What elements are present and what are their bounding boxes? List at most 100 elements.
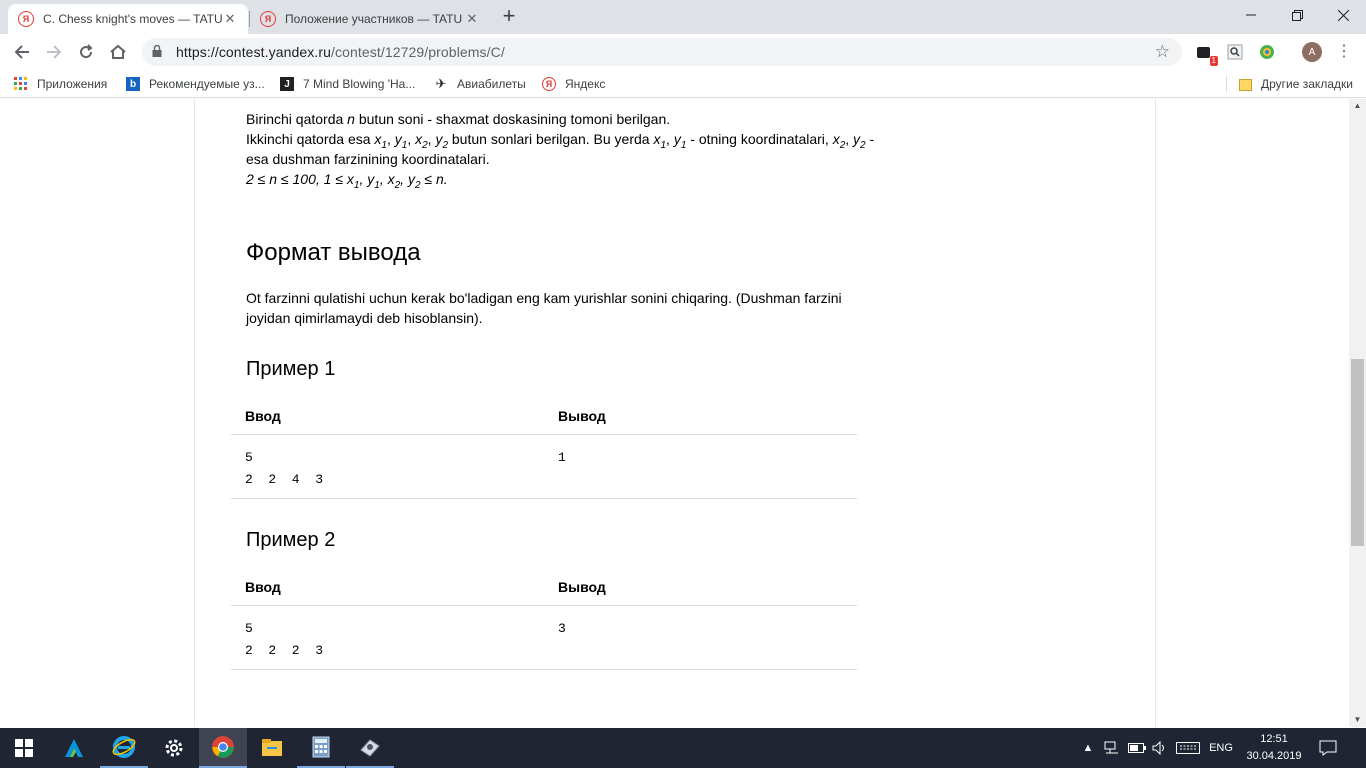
bookmark-label: 7 Mind Blowing 'Ha... [303,77,416,91]
bing-icon: b [126,77,140,91]
taskbar-autodesk[interactable] [50,728,98,768]
taskbar-settings[interactable] [150,728,198,768]
taskbar-calculator[interactable] [297,728,345,768]
var-x1: x1 [653,131,667,151]
taskbar-file-explorer[interactable] [248,728,296,768]
example-input[interactable]: 5 2 2 4 3 [245,447,323,491]
example-output[interactable]: 1 [558,447,566,469]
network-icon[interactable] [1102,728,1122,768]
example-table-row: 5 2 2 4 3 1 [231,435,857,499]
internet-explorer-icon [112,736,136,758]
language-indicator[interactable]: ENG [1204,728,1238,768]
bookmarks-bar: Приложения b Рекомендуемые уз... J 7 Min… [0,70,1366,98]
bookmark-recommended[interactable]: b Рекомендуемые уз... [126,75,265,93]
restore-icon [1291,9,1303,21]
forward-arrow-icon [47,45,62,59]
app-icon [360,739,380,757]
autodesk-icon [65,739,83,757]
globe-icon [1260,45,1274,59]
forward-button[interactable] [40,38,68,66]
text-segment: Ikkinchi qatorda esa [246,131,375,147]
home-button[interactable] [104,38,132,66]
var-x2: x2 [832,131,846,151]
bookmark-star-icon[interactable]: ☆ [1155,42,1170,62]
page-viewport: Birinchi qatorda n butun soni - shaxmat … [0,99,1366,727]
action-center-icon[interactable] [1316,728,1340,768]
bookmark-label: Другие закладки [1261,77,1353,91]
var-x2: x2 [415,131,428,151]
bookmark-apps[interactable]: Приложения [14,75,107,93]
tray-overflow-icon[interactable]: ▲ [1080,728,1096,768]
var-y2: y2 [853,131,866,151]
tab-chess-knight[interactable]: Я C. Chess knight's moves — TATU ✕ [8,4,248,34]
tab-strip: Я C. Chess knight's moves — TATU ✕ Я Пол… [0,0,1366,34]
output-format-text: Ot farzinni qulatishi uchun kerak bo'lad… [246,290,842,326]
scroll-down-arrow-icon[interactable]: ▼ [1349,713,1366,727]
tab-title: C. Chess knight's moves — TATU [43,12,222,26]
volume-icon[interactable] [1150,728,1170,768]
start-icon [15,739,33,757]
tab-standings[interactable]: Я Положение участников — TATU ✕ [250,4,490,34]
bookmark-other[interactable]: Другие закладки [1238,75,1353,93]
new-tab-button[interactable]: + [498,5,520,28]
input-column-header: Ввод [245,408,281,424]
back-button[interactable] [8,38,36,66]
taskbar-app[interactable] [346,728,394,768]
tab-title: Положение участников — TATU [285,12,463,26]
close-window-button[interactable] [1320,0,1366,30]
var-y2: y2 [435,131,448,151]
example-input[interactable]: 5 2 2 2 3 [245,618,323,662]
bookmark-label: Яндекс [565,77,606,91]
bookmark-mind-blowing[interactable]: J 7 Mind Blowing 'Ha... [280,75,415,93]
var-n: n [347,111,355,127]
url-text: https://contest.yandex.ru/contest/12729/… [176,44,505,60]
battery-icon[interactable] [1126,728,1148,768]
globe-extension-button[interactable] [1257,42,1277,62]
taskbar-clock[interactable]: 12:51 30.04.2019 [1236,731,1312,765]
apps-grid-icon [14,77,28,91]
lock-icon [152,44,166,60]
yandex-icon: Я [542,77,556,91]
start-button[interactable] [0,728,48,768]
reload-button[interactable] [72,38,100,66]
text-segment: - otning koordinatalari, [686,131,833,147]
yandex-favicon-icon: Я [260,11,276,27]
calculator-icon [312,736,330,758]
example-output[interactable]: 3 [558,618,566,640]
extension-badge: 1 [1209,56,1218,66]
text-segment: , [845,131,854,147]
minimize-button[interactable] [1228,0,1274,30]
example-table-header: Ввод Вывод [231,398,857,435]
extension-button[interactable]: 1 [1194,42,1218,66]
file-explorer-icon [262,739,282,756]
constraints-line: 2 ≤ n ≤ 100, 1 ≤ x1, y1, x2, y2 ≤ n. [246,171,448,191]
chrome-icon [212,736,234,758]
var-y1: y1 [394,131,408,151]
restore-button[interactable] [1274,0,1320,30]
search-extension-button[interactable] [1225,42,1245,62]
example-table-header: Ввод Вывод [231,569,857,606]
var-y1: y1 [673,131,687,151]
taskbar-internet-explorer[interactable] [100,728,148,768]
tab-close-icon[interactable]: ✕ [464,11,480,27]
bookmark-page-icon: J [280,77,294,91]
browser-menu-icon[interactable]: ⋮ [1336,42,1352,62]
output-format-heading: Формат вывода [246,239,421,266]
clock-time: 12:51 [1260,733,1288,745]
yandex-favicon-icon: Я [18,11,34,27]
keyboard-icon[interactable] [1174,728,1202,768]
example-2-title: Пример 2 [246,529,336,551]
bookmark-yandex[interactable]: Я Яндекс [542,75,605,93]
address-bar[interactable]: https://contest.yandex.ru/contest/12729/… [142,38,1182,66]
profile-avatar[interactable]: A [1302,42,1322,62]
back-arrow-icon [14,45,29,59]
folder-icon [1238,77,1252,91]
page-scrollbar[interactable]: ▲ ▼ [1349,99,1366,727]
scroll-up-arrow-icon[interactable]: ▲ [1349,99,1366,113]
bookmark-aviabilety[interactable]: ✈ Авиабилеты [434,75,526,93]
input-column-header: Ввод [245,579,281,595]
taskbar-chrome[interactable] [199,728,247,768]
scrollbar-thumb[interactable] [1351,359,1364,546]
text-segment: , [666,131,674,147]
tab-close-icon[interactable]: ✕ [222,11,238,27]
